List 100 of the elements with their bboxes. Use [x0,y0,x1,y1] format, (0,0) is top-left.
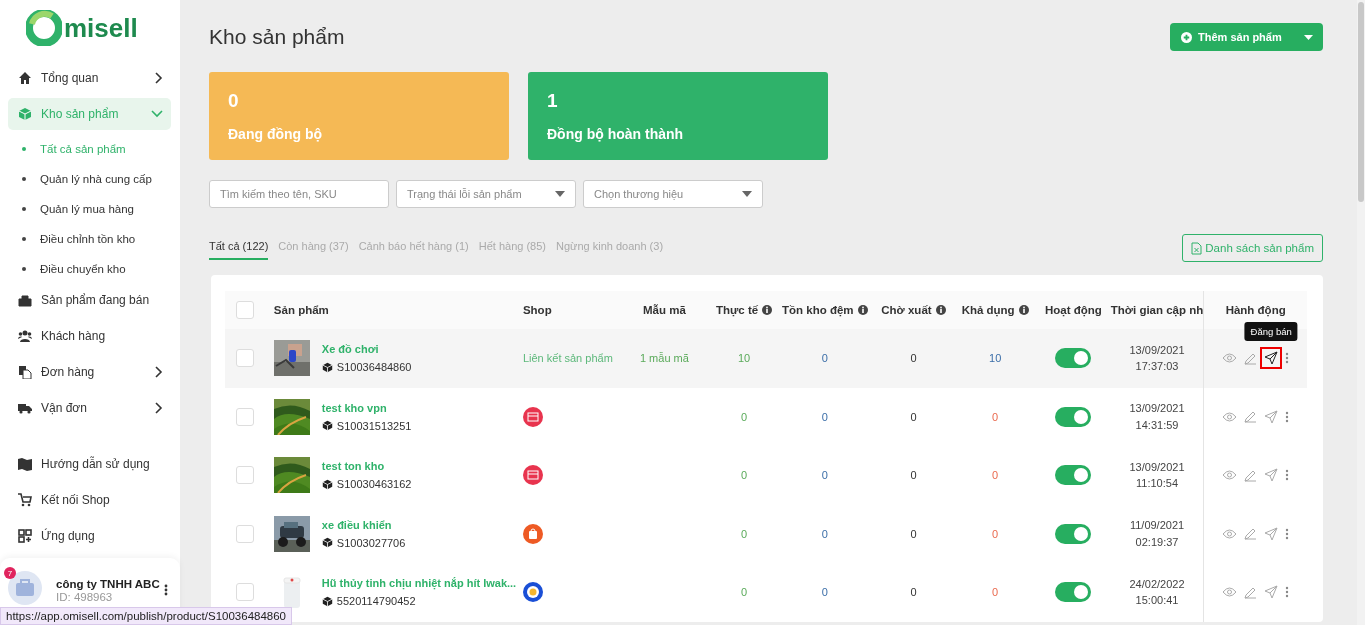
column-header: Tồn kho đệm [776,291,873,329]
bullet-icon [22,237,26,241]
box-icon [321,420,333,432]
column-header: Khả dụng [954,291,1036,329]
checkbox[interactable] [235,583,254,602]
bag-icon [18,293,32,307]
info-icon [762,305,773,315]
eye-icon[interactable] [1222,470,1238,481]
bullet-icon [22,207,26,211]
map-icon [18,457,32,471]
box-icon [321,478,333,490]
column-header: Thời gian cập nh [1110,303,1204,319]
sku-text: 5520114790452 [336,595,416,608]
stat-label: Đồng bộ hoàn thành [547,126,685,142]
excel-file-icon [1191,241,1203,255]
nav-item[interactable]: Hướng dẫn sử dụng [8,448,171,480]
checkbox[interactable] [235,524,254,543]
nav-item[interactable]: Vận đơn [8,392,171,424]
table-row[interactable]: xe điều khiển S1003027706 0 0 0 0 11/09/2021 02:19:37 [225,504,1307,563]
actual-stock: 0 [741,527,748,540]
active-toggle[interactable] [1055,465,1092,486]
active-toggle[interactable] [1055,582,1092,603]
account-name: công ty TNHH ABC [56,577,161,590]
available-stock: 0 [992,586,999,599]
sub-nav-item[interactable]: Điều chỉnh tồn kho [8,224,171,254]
eye-icon[interactable] [1222,411,1238,422]
active-toggle[interactable] [1055,348,1092,369]
sub-nav-item[interactable]: Quản lý nhà cung cấp [8,164,171,194]
caret-icon [555,191,565,197]
nav-item[interactable]: Tổng quan [8,62,171,94]
pencil-icon[interactable] [1244,351,1258,365]
available-stock: 0 [992,410,999,423]
bullet-icon [22,147,26,151]
checkbox[interactable] [235,466,254,485]
pending-stock: 0 [910,352,917,365]
cart-icon [18,493,32,507]
sku-text: S10036484860 [336,361,412,374]
column-header: Chờ xuất [872,291,955,329]
url-tooltip: https://app.omisell.com/publish/product/S10036484860 [0,607,292,625]
box-icon [321,595,333,607]
nav-item[interactable]: Sản phẩm đang bán [8,284,171,316]
truck-icon [18,401,32,415]
available-stock: 0 [992,469,999,482]
logo-text: misell [64,12,138,44]
search-field[interactable]: Tìm kiếm theo tên, SKU [209,180,389,208]
account-id: ID: 498963 [56,590,114,603]
checkbox[interactable] [235,349,254,368]
notification-badge: 7 [4,567,16,579]
eye-icon[interactable] [1222,353,1238,364]
buffer-stock: 0 [821,352,828,365]
actual-stock: 10 [737,352,751,365]
tooltip: Đăng bán [1244,322,1298,342]
eye-icon[interactable] [1222,587,1238,598]
docs-icon [18,365,32,379]
column-header: Mẫu mã [641,303,687,318]
nav-item[interactable]: Khách hàng [8,320,171,352]
table-row[interactable]: test kho vpn S10031513251 0 0 0 0 13/09/2021 14:31:59 [225,387,1307,446]
nav-item[interactable]: Ứng dụng [8,520,171,552]
eye-icon[interactable] [1222,528,1238,539]
stat-value: 0 [228,90,240,112]
pencil-icon[interactable] [1244,585,1258,599]
table-row[interactable]: test ton kho S10030463162 0 0 0 0 13/09/2021 11:10:54 [225,446,1307,505]
chevron-right-icon[interactable] [155,402,163,414]
column-header: Sản phẩm [272,303,330,318]
column-header: Shop [522,303,553,318]
pencil-icon[interactable] [1244,468,1258,482]
pencil-icon[interactable] [1244,527,1258,541]
bullet-icon [22,267,26,271]
updated-time: 11/09/2021 02:19:37 [1128,518,1186,550]
filter-tab[interactable]: Tất cả (122) [209,236,269,260]
stat-label: Đang đồng bộ [228,126,324,142]
box-icon [18,107,32,121]
logo-icon [26,10,62,46]
plus-circle-icon [1181,31,1192,43]
chevron-right-icon[interactable] [155,366,163,378]
buffer-stock: 0 [821,586,828,599]
column-header: Thực tế [711,291,777,329]
chevron-right-icon[interactable] [155,72,163,84]
caret-icon [1304,34,1313,40]
active-toggle[interactable] [1055,406,1092,427]
nav-item[interactable]: Đơn hàng [8,356,171,388]
more-icon[interactable] [164,584,168,596]
nav-item[interactable]: Kết nối Shop [8,484,171,516]
sub-nav-item[interactable]: Điều chuyển kho [8,254,171,284]
dropdown-field[interactable]: Trạng thái lỗi sản phẩm [396,180,576,208]
sub-nav-item[interactable]: Quản lý mua hàng [8,194,171,224]
pencil-icon[interactable] [1244,410,1258,424]
info-icon [935,305,946,315]
checkbox[interactable] [235,301,254,319]
pending-stock: 0 [910,469,917,482]
sku-text: S1003027706 [336,536,406,549]
actual-stock: 0 [741,469,748,482]
active-toggle[interactable] [1055,523,1092,544]
dropdown-field[interactable]: Chọn thương hiệu [583,180,763,208]
checkbox[interactable] [235,407,254,426]
apps-icon [18,529,32,543]
chevron-down-icon[interactable] [151,110,163,118]
updated-time: 13/09/2021 11:10:54 [1128,459,1186,492]
scrollbar[interactable] [1357,0,1365,625]
info-icon [1018,305,1029,315]
